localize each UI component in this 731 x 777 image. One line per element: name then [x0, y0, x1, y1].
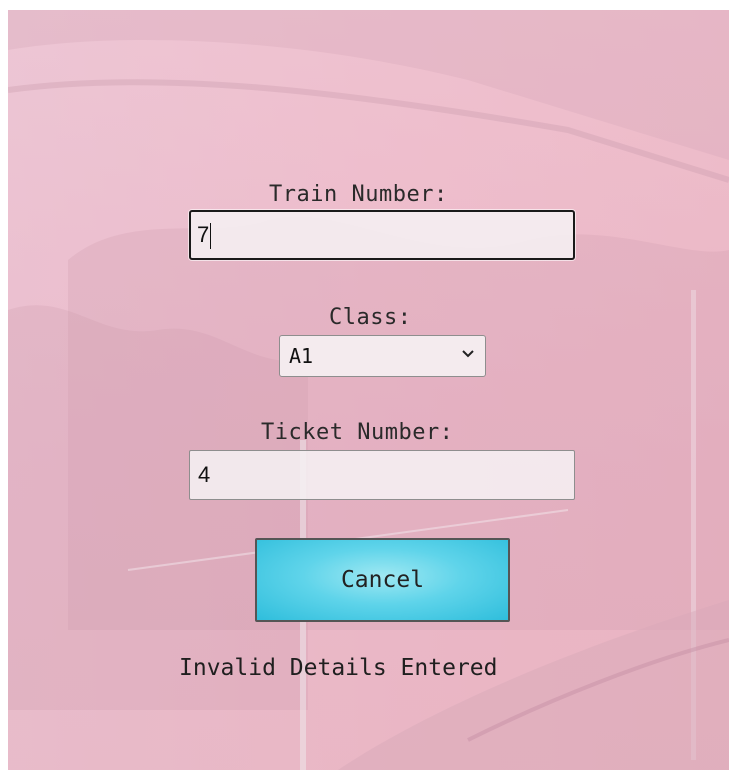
class-selected-value: A1 — [289, 344, 314, 368]
train-number-input[interactable]: 7 — [189, 210, 575, 260]
class-label: Class: — [329, 305, 412, 330]
ticket-number-label: Ticket Number: — [261, 420, 454, 445]
text-caret — [210, 223, 211, 249]
ticket-form: Train Number: 7 Class: A1 Ticket Number:… — [8, 10, 729, 770]
ticket-number-input[interactable]: 4 — [189, 450, 575, 500]
train-number-value: 7 — [197, 222, 210, 247]
class-select[interactable]: A1 — [279, 335, 486, 377]
page-background: Train Number: 7 Class: A1 Ticket Number:… — [8, 10, 729, 770]
chevron-down-icon — [462, 350, 474, 358]
ticket-number-value: 4 — [198, 462, 211, 487]
status-message: Invalid Details Entered — [179, 655, 498, 681]
train-number-label: Train Number: — [269, 182, 448, 207]
cancel-button[interactable]: Cancel — [255, 538, 510, 622]
